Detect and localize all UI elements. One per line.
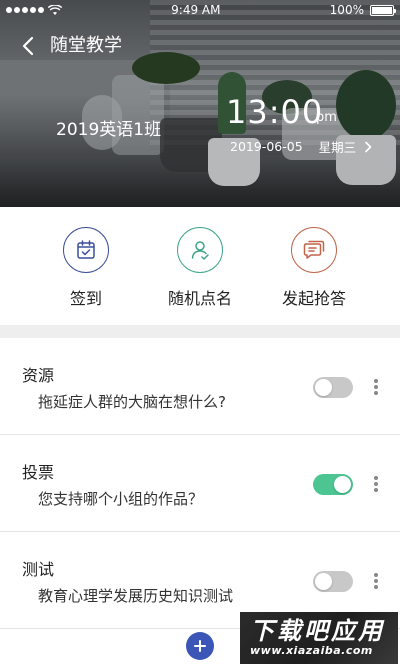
- class-date: 2019-06-05: [230, 139, 303, 154]
- class-time-ampm: pm: [316, 110, 337, 125]
- battery-percent: 100%: [329, 3, 364, 17]
- class-time: 13:00: [226, 93, 324, 131]
- class-name: 2019英语1班: [56, 120, 162, 140]
- battery-icon: [369, 4, 396, 16]
- user-random-icon: [191, 241, 209, 260]
- watermark: 下载吧应用 www.xiazaiba.com: [240, 612, 398, 664]
- list-item-subtitle: 您支持哪个小组的作品？: [38, 490, 204, 508]
- calendar-check-icon: [77, 240, 95, 259]
- list-item-category: 测试: [22, 560, 55, 579]
- class-weekday: 星期三: [318, 140, 357, 155]
- more-options-icon[interactable]: [368, 570, 384, 592]
- status-time: 9:49 AM: [171, 3, 221, 17]
- chevron-right-icon: [365, 141, 372, 152]
- more-options-icon[interactable]: [368, 376, 384, 398]
- status-left: [6, 4, 62, 16]
- roll-call-icon-circle: [177, 227, 223, 273]
- quick-actions: 签到 随机点名 发起抢答: [0, 207, 400, 325]
- chevron-left-icon: [22, 36, 34, 56]
- random-roll-call-action[interactable]: 随机点名: [150, 207, 250, 325]
- status-bar: 9:49 AM 100%: [0, 0, 400, 20]
- message-icon: [303, 240, 325, 259]
- date-selector[interactable]: 2019-06-05 星期三: [230, 137, 372, 156]
- list-item-category: 资源: [22, 366, 55, 385]
- plus-icon: [194, 640, 206, 652]
- watermark-main: 下载吧应用: [250, 617, 385, 645]
- list-item-subtitle: 拖延症人群的大脑在想什么?: [38, 393, 226, 411]
- section-divider: [0, 325, 400, 338]
- back-button[interactable]: [18, 34, 40, 58]
- start-quiz-action[interactable]: 发起抢答: [264, 207, 364, 325]
- list-item-subtitle: 教育心理学发展历史知识测试: [38, 587, 234, 605]
- banner-overlay: [0, 0, 400, 207]
- more-options-icon[interactable]: [368, 473, 384, 495]
- sign-in-action[interactable]: 签到: [36, 207, 136, 325]
- roll-call-label: 随机点名: [167, 289, 232, 308]
- signal-dots-icon: [6, 7, 44, 13]
- quiz-label: 发起抢答: [281, 289, 346, 308]
- watermark-url: www.xiazaiba.com: [250, 644, 373, 657]
- resource-toggle[interactable]: [313, 377, 353, 398]
- sign-in-label: 签到: [69, 289, 102, 308]
- list-item-vote[interactable]: 投票 您支持哪个小组的作品？: [0, 435, 400, 532]
- test-toggle[interactable]: [313, 571, 353, 592]
- list-item-category: 投票: [22, 463, 55, 482]
- sign-in-icon-circle: [63, 227, 109, 273]
- page-title: 随堂教学: [50, 35, 122, 56]
- activity-list: 资源 拖延症人群的大脑在想什么? 投票 您支持哪个小组的作品？ 测试 教育心理学…: [0, 338, 400, 629]
- list-item-resource[interactable]: 资源 拖延症人群的大脑在想什么?: [0, 338, 400, 435]
- quiz-icon-circle: [291, 227, 337, 273]
- status-right: 100%: [329, 3, 396, 17]
- vote-toggle[interactable]: [313, 474, 353, 495]
- add-button[interactable]: [186, 632, 214, 660]
- header-banner: 9:49 AM 100% 随堂教学 2019英语1班 13:00 pm 2019…: [0, 0, 400, 207]
- wifi-icon: [48, 4, 62, 15]
